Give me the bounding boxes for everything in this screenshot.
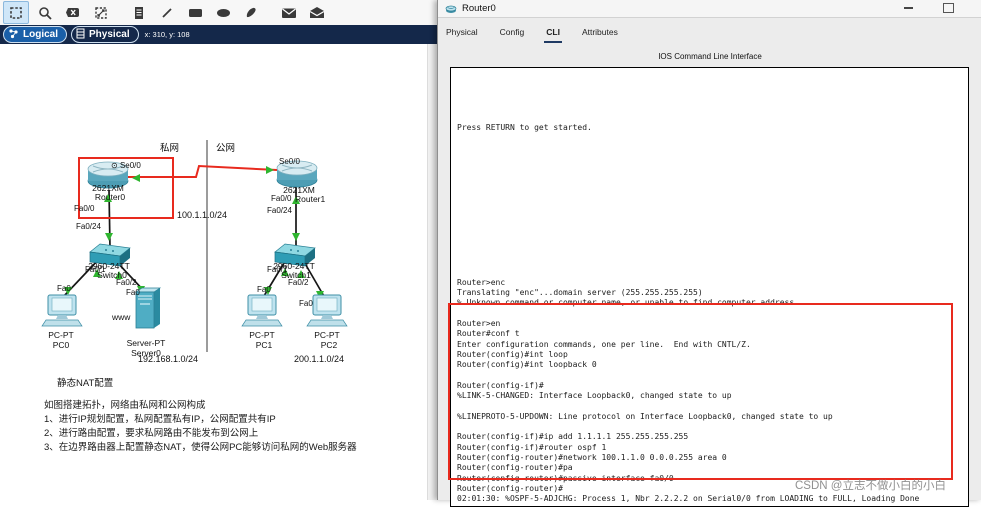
router1-name-label: Router1 <box>295 194 326 204</box>
physical-view-toggle[interactable]: Physical <box>71 26 139 43</box>
packet-tracer-screen: { "toolbar": { "icons": ["select-tool","… <box>0 0 981 507</box>
draw-line-tool-button[interactable] <box>155 2 179 23</box>
note-title: 静态NAT配置 <box>57 378 114 389</box>
zone-label-private: 私网 <box>160 143 180 154</box>
tab-cli[interactable]: CLI <box>544 24 562 43</box>
server0-name-label: Server0 <box>131 348 161 358</box>
draw-freeform-tool-button[interactable] <box>239 2 263 23</box>
draw-rectangle-tool-button[interactable] <box>183 2 207 23</box>
pc2-model-label: PC-PT <box>314 330 340 340</box>
note-line-2: 1、进行IP规划配置，私网配置私有IP，公网配置共有IP <box>44 414 276 425</box>
server0-model-label: Server-PT <box>126 338 166 348</box>
view-mode-bar: Logical Physical x: 310, y: 108 <box>0 25 437 44</box>
pc0-icon[interactable] <box>41 294 83 327</box>
switch0-fa01-port-label: Fa0/1 <box>85 265 106 274</box>
router0-fa00-port-label: Fa0/0 <box>74 204 95 213</box>
tab-attributes[interactable]: Attributes <box>580 24 620 43</box>
window-titlebar[interactable]: Router0 <box>438 0 981 18</box>
add-complex-pdu-tool-button[interactable] <box>305 2 329 23</box>
public-lan-network-label: 200.1.1.0/24 <box>294 354 345 364</box>
pc0-name-label: PC0 <box>52 340 70 350</box>
physical-rack-icon <box>76 28 85 42</box>
router0-serial-port-label: ⊙ Se0/0 <box>111 161 141 170</box>
router0-window: Router0 Physical Config CLI Attributes I… <box>437 0 981 507</box>
pc1-name-label: PC1 <box>255 340 273 350</box>
tab-physical[interactable]: Physical <box>444 24 480 43</box>
note-line-3: 2、进行路由配置，要求私网路由不能发布到公网上 <box>44 428 259 439</box>
resize-shape-tool-button[interactable] <box>89 2 113 23</box>
pc2-icon[interactable] <box>306 294 348 327</box>
freeform-pencil-icon <box>244 6 258 20</box>
cli-banner: IOS Command Line Interface <box>658 52 762 61</box>
pc2-port-label: Fa0 <box>299 299 313 308</box>
delete-tool-button[interactable] <box>61 2 85 23</box>
pc1-port-label: Fa0 <box>257 285 271 294</box>
draw-ellipse-tool-button[interactable] <box>211 2 235 23</box>
resize-icon <box>94 6 108 20</box>
router-device-icon <box>445 4 457 14</box>
csdn-watermark: CSDN @立志不做小白的小白 <box>795 480 946 492</box>
open-envelope-icon <box>309 6 325 19</box>
pc0-port-label: Fa0 <box>57 284 71 293</box>
topology-canvas[interactable]: 私网 公网 ⊙ Se0/0 2621XM Router0 Fa0/0 Fa0/2… <box>0 44 437 500</box>
serial-network-label: 100.1.1.0/24 <box>177 210 228 220</box>
router1-fa00-port-label: Fa0/0 <box>271 194 292 203</box>
delete-x-icon <box>65 6 81 19</box>
minimize-button[interactable] <box>893 0 923 16</box>
pc1-icon[interactable] <box>241 294 283 327</box>
logical-label: Logical <box>23 29 59 40</box>
logical-view-toggle[interactable]: Logical <box>3 26 68 43</box>
select-tool-button[interactable] <box>3 1 29 24</box>
device-tabs: Physical Config CLI Attributes <box>444 24 620 43</box>
zone-label-public: 公网 <box>216 143 236 154</box>
switch1-fa01-port-label: Fa0/1 <box>267 265 288 274</box>
add-simple-pdu-tool-button[interactable] <box>277 2 301 23</box>
window-title: Router0 <box>462 3 496 14</box>
rectangle-icon <box>188 7 203 19</box>
www-label: www <box>112 312 131 322</box>
switch1-fa02-port-label: Fa0/2 <box>288 278 309 287</box>
place-note-tool-button[interactable] <box>127 2 151 23</box>
note-line-4: 3、在边界路由器上配置静态NAT，使得公网PC能够访问私网的Web服务器 <box>44 442 357 453</box>
physical-label: Physical <box>89 29 130 40</box>
pc2-name-label: PC2 <box>320 340 338 350</box>
line-icon <box>160 6 174 20</box>
cli-highlight-rectangle <box>448 303 953 480</box>
logical-cluster-icon <box>8 28 19 42</box>
close-button[interactable] <box>973 0 981 16</box>
router0-name-label: Router0 <box>94 192 126 202</box>
inspect-tool-button[interactable] <box>33 2 57 23</box>
select-icon <box>9 6 23 20</box>
workspace-panel: Logical Physical x: 310, y: 108 私网 公网 ⊙ … <box>0 0 438 500</box>
ellipse-icon <box>216 7 231 19</box>
maximize-button[interactable] <box>933 0 963 16</box>
note-line-1: 如图搭建拓扑，网络由私网和公网构成 <box>44 400 206 411</box>
cursor-coordinates: x: 310, y: 108 <box>144 30 190 39</box>
maximize-icon <box>942 3 954 13</box>
clock-icon: ⊙ <box>111 161 118 170</box>
closed-envelope-icon <box>281 7 297 19</box>
router1-serial-port-label: Se0/0 <box>279 157 300 166</box>
tab-config[interactable]: Config <box>498 24 527 43</box>
switch1-uplink-port-label: Fa0/24 <box>267 206 292 215</box>
server0-port-label: Fa0 <box>126 288 140 297</box>
pc1-model-label: PC-PT <box>249 330 275 340</box>
note-icon <box>133 6 145 20</box>
minimize-icon <box>903 7 913 9</box>
drawing-toolbar <box>0 0 437 25</box>
pc0-model-label: PC-PT <box>48 330 74 340</box>
magnifier-icon <box>38 6 52 20</box>
switch0-fa02-port-label: Fa0/2 <box>116 278 137 287</box>
switch0-uplink-port-label: Fa0/24 <box>76 222 101 231</box>
